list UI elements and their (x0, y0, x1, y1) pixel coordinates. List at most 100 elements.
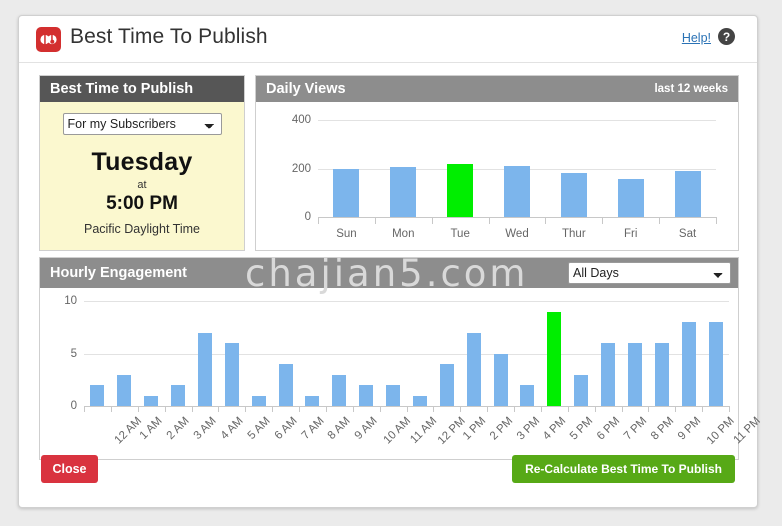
x-axis-tick (191, 406, 193, 412)
x-axis-tick-label: 8 AM (326, 415, 354, 443)
x-axis-tick (675, 406, 677, 412)
x-axis-tick-label: Wed (505, 228, 529, 240)
chart-bar[interactable] (117, 374, 132, 406)
x-axis-tick (514, 406, 515, 412)
chart-bar[interactable] (278, 364, 293, 406)
chart-bar[interactable] (601, 343, 616, 406)
chart-bar[interactable] (90, 385, 105, 406)
y-axis-tick-label: 5 (70, 347, 77, 360)
x-axis-tick-label: 4 PM (541, 415, 569, 443)
x-axis-tick-label: 6 AM (272, 415, 300, 443)
chart-bar[interactable] (574, 374, 589, 406)
y-axis-tick-label: 200 (291, 162, 311, 175)
x-axis-tick (433, 406, 435, 412)
help-link[interactable]: Help! (682, 31, 711, 45)
chart-bar[interactable] (224, 343, 239, 406)
x-axis-tick-label: 7 AM (299, 415, 327, 443)
chart-bar[interactable] (547, 311, 562, 406)
chart-bar[interactable] (493, 353, 508, 406)
dialog-titlebar: Best Time To Publish Help! ? (19, 16, 757, 63)
x-axis-tick (374, 217, 376, 224)
x-axis-tick-label: Tue (450, 228, 470, 240)
x-axis-tick-label: 11 PM (731, 415, 763, 447)
question-mark-icon[interactable]: ? (718, 28, 735, 45)
dialog-footer: Close Re-Calculate Best Time To Publish (19, 445, 757, 507)
chart-bar[interactable] (439, 364, 454, 406)
chart-bar[interactable] (654, 343, 669, 406)
chart-gridline (84, 301, 729, 302)
x-axis-tick-label: 3 AM (191, 415, 219, 443)
dialog-title: Best Time To Publish (70, 25, 268, 48)
best-day-value: Tuesday (91, 148, 193, 176)
x-axis-tick (299, 406, 300, 412)
x-axis-tick (540, 406, 542, 412)
x-axis-tick (487, 406, 489, 412)
chart-bar[interactable] (681, 322, 696, 406)
chart-bar[interactable] (617, 178, 644, 217)
x-axis-tick (621, 406, 623, 412)
chart-bar[interactable] (627, 343, 642, 406)
chart-bar[interactable] (520, 385, 535, 406)
chart-bar[interactable] (251, 395, 266, 406)
x-axis-tick-label: Sat (678, 228, 697, 240)
x-axis-tick-label: 9 AM (352, 415, 381, 443)
chart-gridline (318, 217, 716, 218)
recalculate-button[interactable]: Re-Calculate Best Time To Publish (512, 455, 735, 483)
x-axis-tick-label: 1 PM (460, 415, 489, 443)
best-time-panel-header: Best Time to Publish (40, 76, 244, 102)
x-axis-tick (702, 406, 704, 412)
daily-views-panel-header: Daily Views last 12 weeks (256, 76, 738, 102)
chart-bar[interactable] (359, 385, 374, 406)
chart-bar[interactable] (171, 385, 186, 406)
x-axis-tick-label: 9 PM (675, 415, 704, 443)
hourly-engagement-chart: 0 5 10 12 AM 1 AM 2 AM 3 AM 4 AM 5 AM 6 AM 7 AM 8 A… (40, 288, 762, 459)
x-axis-tick-label: 4 AM (218, 415, 246, 443)
x-axis-tick-label: 6 PM (595, 415, 623, 443)
chart-bar[interactable] (447, 164, 474, 217)
chart-bar[interactable] (390, 167, 417, 217)
chart-bar[interactable] (144, 395, 159, 406)
x-axis-tick (659, 217, 661, 224)
x-axis-tick-label: 2 PM (487, 415, 516, 443)
x-axis-tick-label: 10 PM (704, 415, 737, 447)
chart-bar[interactable] (305, 395, 320, 406)
x-axis-tick-label: 7 PM (621, 415, 650, 443)
x-axis-tick (245, 406, 247, 412)
x-axis-tick (137, 406, 139, 412)
x-axis-tick-label: 8 PM (648, 415, 677, 443)
chart-gridline (318, 120, 716, 121)
y-axis-tick-label: 10 (64, 295, 77, 307)
x-axis-tick (110, 406, 112, 412)
chart-bar[interactable] (412, 395, 427, 406)
chart-bar[interactable] (197, 332, 212, 406)
chart-bar[interactable] (386, 385, 401, 406)
x-axis-tick (431, 217, 433, 224)
best-time-to-publish-dialog: Best Time To Publish Help! ? Best Time t… (18, 15, 762, 508)
chart-bar[interactable] (674, 170, 701, 217)
x-axis-tick (352, 406, 354, 412)
chart-bar[interactable] (560, 173, 587, 217)
hourly-engagement-panel-title: Hourly Engagement (50, 265, 187, 281)
chart-bar[interactable] (332, 374, 347, 406)
x-axis-tick (488, 217, 490, 224)
audience-select[interactable]: For my Subscribers (62, 113, 222, 135)
x-axis-tick-label: Fri (623, 228, 638, 240)
x-axis-tick (218, 406, 220, 412)
x-axis-tick-label: 5 AM (245, 415, 273, 443)
tubebuddy-logo-icon (36, 27, 61, 52)
chart-bar[interactable] (333, 168, 360, 217)
x-axis-tick-label: 2 AM (164, 415, 192, 443)
x-axis-tick (602, 217, 604, 224)
y-axis-tick-label: 0 (304, 211, 311, 223)
daily-views-panel: Daily Views last 12 weeks 0 200 400 Sun Mon T… (255, 75, 739, 251)
x-axis-tick (729, 406, 730, 412)
close-button[interactable]: Close (41, 455, 98, 483)
best-time-value: 5:00 PM (106, 193, 178, 214)
day-filter-select[interactable]: All Days (568, 262, 731, 284)
at-label: at (137, 179, 147, 191)
chart-bar[interactable] (504, 165, 530, 217)
daily-views-panel-title: Daily Views (266, 81, 346, 97)
chart-bar[interactable] (708, 322, 723, 406)
x-axis-tick (594, 406, 596, 412)
chart-bar[interactable] (466, 332, 481, 406)
